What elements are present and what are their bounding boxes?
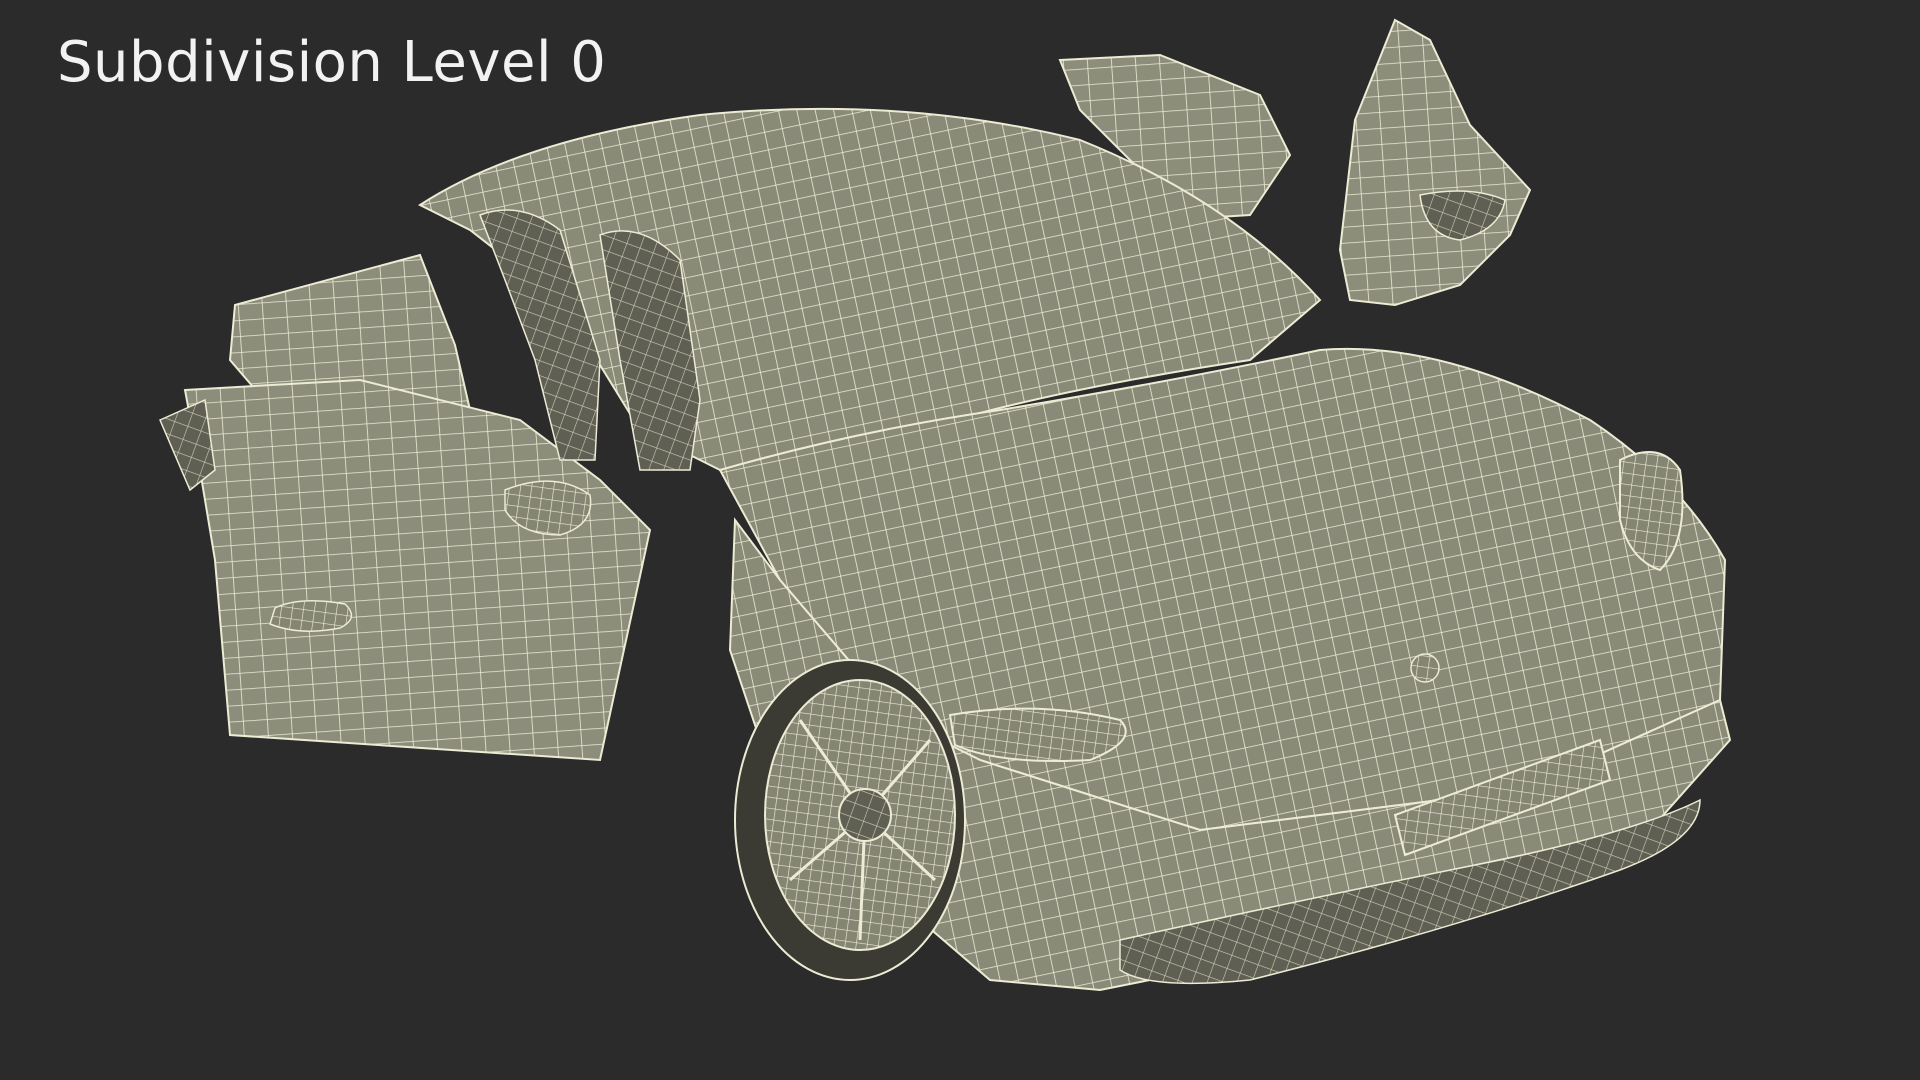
subdivision-level-caption: Subdivision Level 0 bbox=[57, 30, 607, 95]
front-wheel bbox=[734, 659, 966, 981]
wireframe-viewport bbox=[159, 18, 1732, 992]
